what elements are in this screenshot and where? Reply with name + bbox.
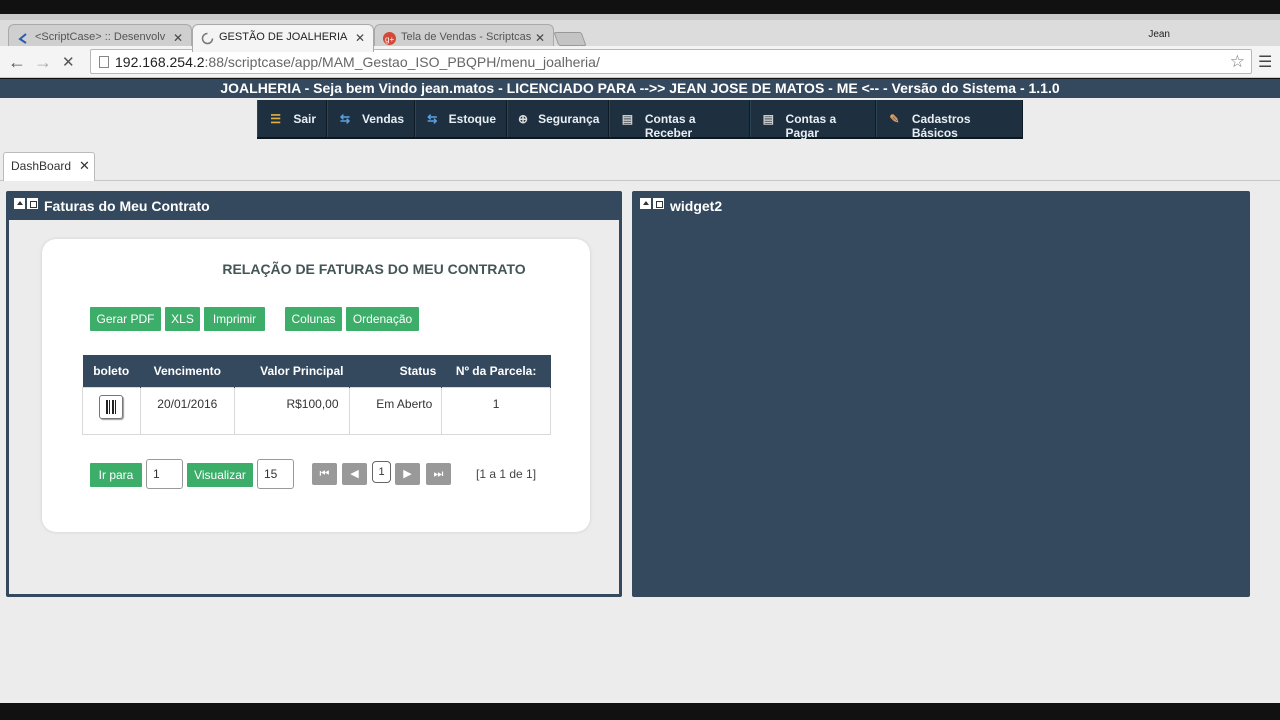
url-host: 192.168.254.2 [115, 54, 205, 70]
app-tabs: DashBoard ✕ [0, 150, 1280, 181]
menu-label: Segurança [538, 112, 600, 126]
url-path: :88/scriptcase/app/MAM_Gestao_ISO_PBQPH/… [204, 54, 600, 70]
tab-title: <ScriptCase> :: Desenvolv [35, 31, 166, 43]
page-number-input[interactable]: 1 [146, 459, 183, 489]
table-row: 20/01/2016 R$100,00 Em Aberto 1 [82, 386, 551, 435]
column-header-status[interactable]: Status [349, 355, 443, 387]
ordenacao-button[interactable]: Ordenação [346, 307, 419, 331]
address-bar[interactable]: 192.168.254.2:88/scriptcase/app/MAM_Gest… [90, 49, 1252, 74]
screen-top-border [0, 0, 1280, 14]
minimize-icon[interactable] [640, 198, 651, 209]
column-header-boleto[interactable]: boleto [82, 355, 141, 387]
menu-item-sair[interactable]: ☰ Sair [257, 100, 327, 137]
gerar-pdf-button[interactable]: Gerar PDF [90, 307, 161, 331]
widget-title-text: Faturas do Meu Contrato [44, 198, 210, 214]
book-icon: ✎ [889, 112, 900, 126]
hamburger-menu-icon[interactable]: ☰ [1258, 52, 1272, 72]
ir-para-button[interactable]: Ir para [90, 463, 142, 487]
cell-vencimento: 20/01/2016 [139, 386, 235, 435]
lifebuoy-icon: ⊕ [518, 112, 529, 126]
menu-label: Sair [293, 111, 316, 126]
close-icon[interactable]: ✕ [173, 31, 183, 45]
arrows-icon: ⇆ [427, 111, 438, 126]
menu-label: Contas a Receber [644, 112, 696, 140]
column-header-vencimento[interactable]: Vencimento [140, 355, 235, 387]
menu-item-contas-receber[interactable]: ▤ Contas a Receber [609, 100, 750, 140]
google-plus-icon: g+ [383, 32, 396, 45]
browser-tabstrip: <ScriptCase> :: Desenvolv ✕ GESTÃO DE JO… [0, 14, 1280, 52]
current-page[interactable]: 1 [372, 461, 391, 483]
app-header: JOALHERIA - Seja bem Vindo jean.matos - … [0, 79, 1280, 98]
stop-loading-icon[interactable]: ✕ [62, 53, 75, 71]
colunas-button[interactable]: Colunas [285, 307, 342, 331]
close-icon[interactable]: ✕ [79, 158, 90, 174]
last-page-icon[interactable]: ⏭ [426, 463, 451, 485]
scriptcase-icon [17, 32, 30, 45]
cell-valor: R$100,00 [233, 386, 350, 435]
back-arrow-icon[interactable]: ← [8, 52, 26, 73]
menu-item-seguranca[interactable]: ⊕ Segurança [507, 100, 609, 137]
menu-item-cadastros[interactable]: ✎ Cadastros Básicos [876, 100, 1023, 140]
menu-item-vendas[interactable]: ⇆ Vendas [327, 100, 415, 137]
widget-body: RELAÇÃO DE FATURAS DO MEU CONTRATO Gerar… [9, 220, 619, 594]
money-icon: ▤ [762, 112, 774, 126]
menu-item-estoque[interactable]: ⇆ Estoque [415, 100, 507, 137]
close-icon[interactable]: ✕ [355, 31, 365, 45]
browser-tab-joalheria[interactable]: GESTÃO DE JOALHERIA ✕ [192, 24, 374, 52]
minimize-icon[interactable] [14, 198, 25, 209]
imprimir-button[interactable]: Imprimir [204, 307, 265, 331]
close-icon[interactable]: ✕ [535, 31, 545, 45]
column-header-valor[interactable]: Valor Principal [234, 355, 350, 387]
menu-label: Vendas [361, 111, 404, 126]
svg-text:g+: g+ [385, 35, 394, 44]
widget-controls [640, 198, 664, 209]
cell-parcela: 1 [441, 386, 551, 435]
page-info: [1 a 1 de 1] [476, 467, 537, 481]
widget-title: Faturas do Meu Contrato [6, 191, 622, 219]
widget-2: widget2 [632, 191, 1250, 597]
rows-per-page-input[interactable]: 15 [257, 459, 294, 489]
bookmark-star-icon[interactable]: ☆ [1230, 52, 1245, 72]
menu-label: Cadastros Básicos [911, 112, 971, 140]
screen-bottom-border [0, 703, 1280, 720]
tab-dashboard[interactable]: DashBoard ✕ [3, 152, 95, 181]
report-card: RELAÇÃO DE FATURAS DO MEU CONTRATO Gerar… [42, 239, 590, 532]
tab-title: GESTÃO DE JOALHERIA [219, 31, 348, 43]
widget-title-text: widget2 [670, 198, 723, 214]
page-icon [99, 56, 109, 68]
widget-title: widget2 [632, 191, 1250, 219]
tab-label: DashBoard [11, 159, 72, 173]
loading-icon [201, 32, 214, 45]
report-title: RELAÇÃO DE FATURAS DO MEU CONTRATO [222, 261, 526, 277]
visualizar-button[interactable]: Visualizar [187, 463, 253, 487]
faturas-table: boleto Vencimento Valor Principal Status… [82, 355, 551, 435]
widget-controls [14, 198, 38, 209]
next-page-icon[interactable]: ▶ [395, 463, 420, 485]
cell-status: Em Aberto [348, 386, 443, 435]
menu-item-contas-pagar[interactable]: ▤ Contas a Pagar [750, 100, 876, 140]
widget-faturas: Faturas do Meu Contrato RELAÇÃO DE FATUR… [6, 191, 622, 597]
maximize-icon[interactable] [653, 198, 664, 209]
money-icon: ▤ [621, 112, 634, 126]
main-menu: ☰ Sair ⇆ Vendas ⇆ Estoque ⊕ Segurança ▤ … [257, 100, 1023, 140]
previous-page-icon[interactable]: ◀ [342, 463, 367, 485]
tab-title: Tela de Vendas - Scriptcas [401, 31, 532, 43]
first-page-icon[interactable]: ⏮ [312, 463, 337, 485]
menu-label: Estoque [448, 111, 496, 126]
profile-name[interactable]: Jean [1148, 29, 1170, 40]
sliders-icon: ☰ [270, 111, 282, 126]
arrows-icon: ⇆ [339, 111, 351, 126]
barcode-icon[interactable] [99, 394, 124, 419]
xls-button[interactable]: XLS [165, 307, 200, 331]
menu-label: Contas a Pagar [785, 112, 837, 140]
app-viewport: JOALHERIA - Seja bem Vindo jean.matos - … [0, 79, 1280, 703]
column-header-parcela[interactable]: Nº da Parcela: [441, 355, 551, 387]
maximize-icon[interactable] [27, 198, 38, 209]
new-tab-button[interactable] [553, 32, 587, 46]
table-header-row: boleto Vencimento Valor Principal Status… [82, 355, 551, 387]
cell-boleto [82, 386, 141, 435]
forward-arrow-icon[interactable]: → [34, 52, 52, 73]
